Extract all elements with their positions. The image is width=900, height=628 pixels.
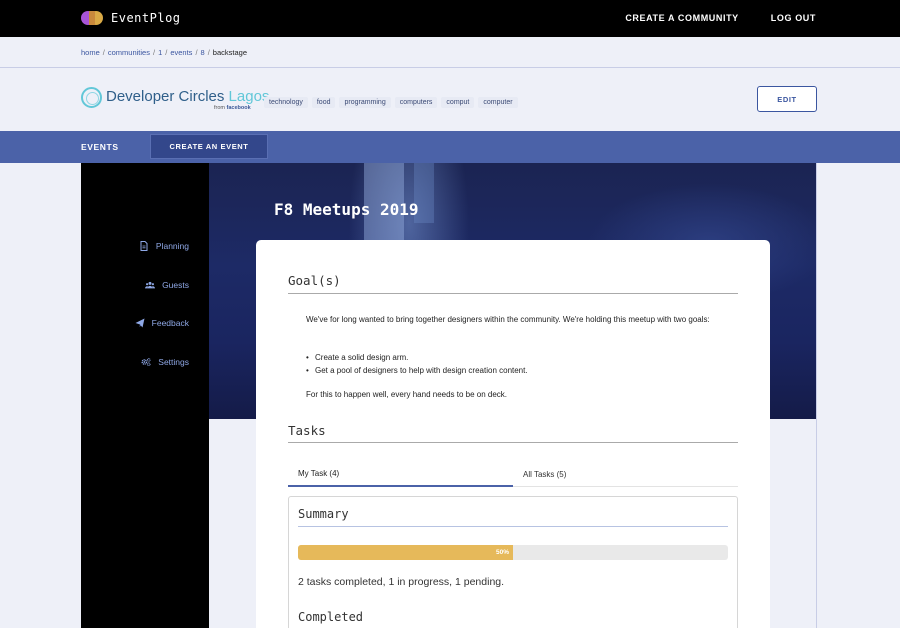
goals-intro: We've for long wanted to bring together …: [306, 315, 710, 324]
events-tab[interactable]: EVENTS: [81, 142, 119, 152]
breadcrumb-separator: /: [195, 48, 198, 57]
community-from: from facebook: [214, 105, 251, 111]
tag-computers[interactable]: computers: [394, 97, 438, 108]
goal-item: Get a pool of designers to help with des…: [306, 365, 726, 378]
breadcrumb-home[interactable]: home: [81, 48, 100, 57]
breadcrumb-bar: home / communities / 1 / events / 8 / ba…: [0, 37, 900, 68]
create-event-button[interactable]: CREATE AN EVENT: [150, 134, 268, 159]
progress-fill: 50%: [298, 545, 513, 560]
community-header: Developer Circles Lagos from facebook te…: [0, 69, 900, 131]
community-title: Developer Circles Lagos: [106, 88, 269, 105]
sidebar-item-settings[interactable]: Settings: [81, 351, 209, 373]
sidebar-item-planning[interactable]: Planning: [81, 235, 209, 257]
edit-community-button[interactable]: EDIT: [757, 86, 817, 112]
community-logo[interactable]: Developer Circles Lagos from facebook: [81, 87, 269, 113]
goals-outro: For this to happen well, every hand need…: [306, 390, 508, 399]
community-name: Developer Circles: [106, 88, 225, 105]
create-community-link[interactable]: CREATE A COMMUNITY: [625, 13, 738, 23]
event-card: Goal(s) We've for long wanted to bring t…: [256, 240, 770, 628]
sidebar-item-feedback[interactable]: Feedback: [81, 312, 209, 334]
event-main: F8 Meetups 2019 Goal(s) We've for long w…: [209, 163, 817, 628]
developer-circles-ring-icon: [81, 87, 102, 108]
breadcrumb-separator: /: [102, 48, 105, 57]
breadcrumb-community-id[interactable]: 1: [158, 48, 162, 57]
summary-divider: [298, 526, 728, 527]
paper-plane-icon: [135, 318, 145, 328]
completed-heading: Completed: [298, 610, 364, 624]
tag-comput[interactable]: comput: [441, 97, 475, 108]
goals-list: Create a solid design arm. Get a pool of…: [306, 352, 726, 377]
tag-programming[interactable]: programming: [339, 97, 391, 108]
events-bar: EVENTS CREATE AN EVENT: [0, 131, 900, 163]
community-tags: technology food programming computers co…: [264, 97, 518, 108]
progress-bar: 50%: [298, 545, 728, 560]
tag-technology[interactable]: technology: [264, 97, 308, 108]
sidebar-item-guests[interactable]: Guests: [81, 274, 209, 296]
sidebar-item-label: Feedback: [151, 318, 189, 328]
eventplog-logo-icon: [81, 10, 103, 26]
progress-label: 50%: [495, 549, 509, 556]
event-title: F8 Meetups 2019: [274, 200, 419, 219]
breadcrumb-separator: /: [152, 48, 156, 57]
breadcrumb-separator: /: [165, 48, 168, 57]
breadcrumb-separator: /: [207, 48, 210, 57]
sidebar-item-label: Settings: [158, 357, 189, 367]
tab-all-tasks[interactable]: All Tasks (5): [513, 461, 738, 487]
tab-my-tasks[interactable]: My Task (4): [288, 461, 513, 487]
gears-icon: [141, 358, 151, 367]
task-tabs: My Task (4) All Tasks (5): [288, 461, 738, 487]
tasks-heading: Tasks: [288, 423, 326, 438]
from-brand: facebook: [226, 105, 251, 111]
users-icon: [145, 281, 156, 289]
logout-link[interactable]: LOG OUT: [771, 13, 816, 23]
breadcrumb-event-id[interactable]: 8: [201, 48, 205, 57]
from-prefix: from: [214, 105, 225, 111]
sidebar-item-label: Guests: [162, 280, 189, 290]
top-bar: EventPlog CREATE A COMMUNITY LOG OUT: [0, 0, 900, 37]
event-sidebar: Planning Guests Feedback Settings: [81, 163, 209, 628]
breadcrumb-current: backstage: [212, 48, 247, 57]
top-nav: CREATE A COMMUNITY LOG OUT: [625, 13, 816, 23]
breadcrumb-events[interactable]: events: [170, 48, 192, 57]
breadcrumb-communities[interactable]: communities: [108, 48, 150, 57]
app-brand[interactable]: EventPlog: [81, 8, 181, 28]
summary-heading: Summary: [298, 507, 349, 521]
app-name: EventPlog: [111, 11, 181, 25]
goals-heading: Goal(s): [288, 273, 341, 288]
summary-status: 2 tasks completed, 1 in progress, 1 pend…: [298, 576, 505, 588]
document-icon: [140, 241, 148, 251]
tag-computer[interactable]: computer: [478, 97, 518, 108]
sidebar-item-label: Planning: [155, 241, 189, 251]
breadcrumb: home / communities / 1 / events / 8 / ba…: [81, 48, 247, 57]
tag-food[interactable]: food: [311, 97, 336, 108]
tasks-divider: [288, 442, 738, 443]
goal-item: Create a solid design arm.: [306, 352, 726, 365]
goals-divider: [288, 293, 738, 294]
summary-panel: Summary 50% 2 tasks completed, 1 in prog…: [288, 496, 738, 628]
